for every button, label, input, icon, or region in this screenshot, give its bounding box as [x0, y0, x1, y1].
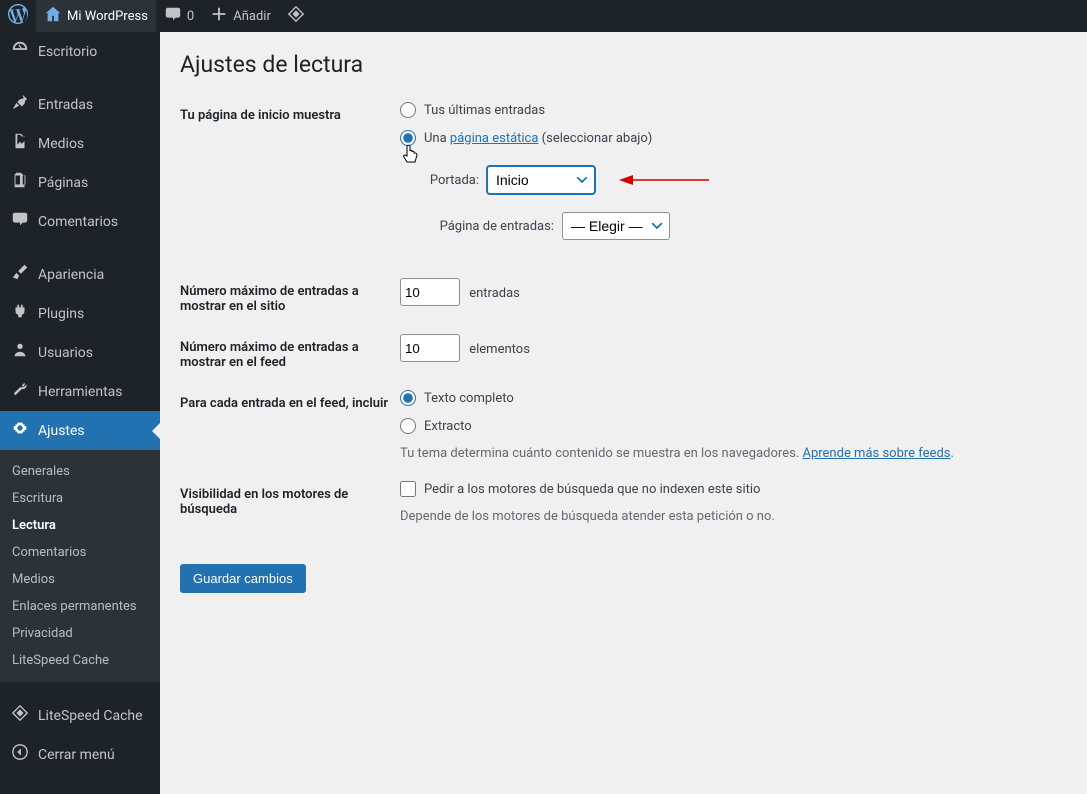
menu-label: Escritorio — [38, 44, 97, 60]
front-page-label: Portada: — [424, 173, 479, 188]
menu-settings[interactable]: Ajustes — [0, 411, 160, 450]
menu-label: Ajustes — [38, 423, 85, 439]
new-content[interactable]: Añadir — [202, 0, 279, 32]
radio-excerpt-label[interactable]: Extracto — [424, 419, 472, 434]
menu-litespeed[interactable]: LiteSpeed Cache — [0, 696, 160, 735]
brush-icon — [10, 263, 30, 286]
posts-page-select[interactable]: — Elegir — — [562, 212, 670, 240]
media-icon — [10, 132, 30, 155]
pin-icon — [10, 93, 30, 116]
menu-plugins[interactable]: Plugins — [0, 294, 160, 333]
site-name-label: Mi WordPress — [67, 9, 148, 24]
comments-count: 0 — [187, 9, 194, 24]
site-name[interactable]: Mi WordPress — [36, 0, 156, 32]
collapse-label: Cerrar menú — [38, 747, 115, 763]
noindex-checkbox[interactable] — [400, 481, 416, 497]
dashboard-icon — [10, 40, 30, 63]
noindex-checkbox-label[interactable]: Pedir a los motores de búsqueda que no i… — [424, 482, 760, 497]
menu-label: Entradas — [38, 97, 93, 113]
admin-bar: Mi WordPress 0 Añadir — [0, 0, 1087, 32]
submenu-discussion[interactable]: Comentarios — [0, 539, 160, 566]
search-visibility-description: Depende de los motores de búsqueda atend… — [400, 509, 1067, 524]
menu-dashboard[interactable]: Escritorio — [0, 32, 160, 71]
menu-label: Comentarios — [38, 214, 118, 230]
settings-submenu: Generales Escritura Lectura Comentarios … — [0, 450, 160, 682]
submenu-reading[interactable]: Lectura — [0, 512, 160, 539]
menu-media[interactable]: Medios — [0, 124, 160, 163]
settings-icon — [10, 419, 30, 442]
homepage-label: Tu página de inicio muestra — [180, 102, 400, 258]
radio-full-text[interactable] — [400, 390, 416, 406]
save-button[interactable]: Guardar cambios — [180, 564, 306, 593]
cursor-icon — [402, 144, 418, 168]
feed-description: Tu tema determina cuánto contenido se mu… — [400, 446, 1067, 461]
posts-per-page-label: Número máximo de entradas a mostrar en e… — [180, 278, 400, 314]
radio-static-page[interactable] — [400, 130, 416, 146]
radio-full-text-label[interactable]: Texto completo — [424, 391, 514, 406]
menu-tools[interactable]: Herramientas — [0, 372, 160, 411]
menu-label: Herramientas — [38, 384, 123, 400]
page-title: Ajustes de lectura — [180, 42, 1067, 82]
arrow-annotation-icon — [619, 172, 709, 188]
radio-excerpt[interactable] — [400, 418, 416, 434]
posts-page-label: Página de entradas: — [424, 219, 554, 234]
posts-per-rss-row: Número máximo de entradas a mostrar en e… — [180, 334, 1067, 370]
posts-per-page-suffix: entradas — [469, 286, 520, 301]
homepage-displays-row: Tu página de inicio muestra Tus últimas … — [180, 102, 1067, 258]
menu-label: Usuarios — [38, 345, 93, 361]
posts-per-rss-label: Número máximo de entradas a mostrar en e… — [180, 334, 400, 370]
wp-logo[interactable] — [0, 0, 36, 32]
user-icon — [10, 341, 30, 364]
new-content-label: Añadir — [233, 9, 271, 24]
comments-link[interactable]: 0 — [156, 0, 202, 32]
posts-per-rss-suffix: elementos — [469, 342, 530, 357]
plus-icon — [210, 5, 228, 27]
radio-latest-posts[interactable] — [400, 102, 416, 118]
menu-pages[interactable]: Páginas — [0, 163, 160, 202]
submenu-permalinks[interactable]: Enlaces permanentes — [0, 593, 160, 620]
posts-per-page-input[interactable] — [400, 278, 460, 306]
menu-users[interactable]: Usuarios — [0, 333, 160, 372]
page-icon — [10, 171, 30, 194]
submenu-writing[interactable]: Escritura — [0, 485, 160, 512]
menu-label: Páginas — [38, 175, 88, 191]
comment-icon — [164, 5, 182, 27]
front-page-select[interactable]: Inicio — [487, 166, 595, 194]
comment-icon — [10, 210, 30, 233]
home-icon — [44, 5, 62, 27]
posts-per-page-row: Número máximo de entradas a mostrar en e… — [180, 278, 1067, 314]
admin-sidebar: Escritorio Entradas Medios Páginas Comen… — [0, 32, 160, 794]
content-area: Ajustes de lectura Tu página de inicio m… — [160, 32, 1087, 794]
feed-content-label: Para cada entrada en el feed, incluir — [180, 390, 400, 461]
search-visibility-label: Visibilidad en los motores de búsqueda — [180, 481, 400, 524]
learn-feeds-link[interactable]: Aprende más sobre feeds — [802, 446, 950, 461]
submenu-media[interactable]: Medios — [0, 566, 160, 593]
submenu-general[interactable]: Generales — [0, 458, 160, 485]
collapse-menu[interactable]: Cerrar menú — [0, 735, 160, 774]
static-page-link[interactable]: página estática — [450, 131, 539, 146]
litespeed-menu[interactable] — [279, 0, 313, 32]
menu-appearance[interactable]: Apariencia — [0, 255, 160, 294]
menu-label: LiteSpeed Cache — [38, 708, 143, 724]
menu-label: Apariencia — [38, 267, 104, 283]
menu-label: Medios — [38, 136, 84, 152]
submenu-litespeed[interactable]: LiteSpeed Cache — [0, 647, 160, 674]
litespeed-icon — [10, 704, 30, 727]
wordpress-icon — [8, 4, 28, 28]
search-visibility-row: Visibilidad en los motores de búsqueda P… — [180, 481, 1067, 524]
radio-static-page-label[interactable]: Una página estática (seleccionar abajo) — [424, 131, 652, 146]
feed-content-row: Para cada entrada en el feed, incluir Te… — [180, 390, 1067, 461]
menu-posts[interactable]: Entradas — [0, 85, 160, 124]
posts-per-rss-input[interactable] — [400, 334, 460, 362]
plug-icon — [10, 302, 30, 325]
menu-comments[interactable]: Comentarios — [0, 202, 160, 241]
litespeed-icon — [287, 5, 305, 27]
radio-latest-posts-label[interactable]: Tus últimas entradas — [424, 103, 545, 118]
menu-label: Plugins — [38, 306, 84, 322]
submenu-privacy[interactable]: Privacidad — [0, 620, 160, 647]
wrench-icon — [10, 380, 30, 403]
collapse-icon — [10, 743, 30, 766]
